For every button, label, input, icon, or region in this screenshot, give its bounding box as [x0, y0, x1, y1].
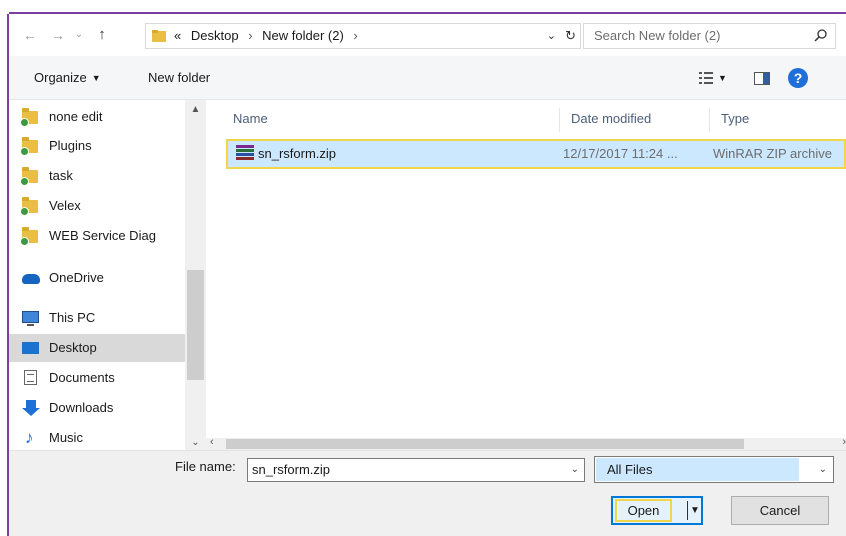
open-button[interactable]: Open	[615, 499, 672, 522]
open-split-button[interactable]: Open ▼	[611, 496, 703, 525]
nav-item-label: Downloads	[49, 400, 114, 415]
nav-item-label: WEB Service Diag	[49, 228, 156, 243]
help-icon[interactable]: ?	[788, 68, 808, 88]
recent-locations-chevron-icon[interactable]: ⌄	[73, 25, 85, 45]
folder-sync-icon	[20, 227, 40, 246]
file-name-value: sn_rsform.zip	[252, 462, 331, 477]
nav-item-label: Music	[49, 430, 83, 445]
scroll-left-icon[interactable]: ‹	[210, 436, 214, 448]
nav-item-plugins[interactable]: Plugins	[9, 132, 185, 160]
sort-ascending-icon: ^	[384, 100, 389, 105]
winrar-archive-icon	[236, 145, 254, 163]
refresh-icon[interactable]: ↻	[565, 24, 576, 48]
folder-icon	[152, 30, 166, 42]
desktop-icon	[22, 340, 40, 356]
file-type-value: All Files	[607, 462, 653, 477]
nav-item-none-edit[interactable]: none edit	[9, 103, 185, 131]
column-divider[interactable]	[559, 108, 560, 132]
file-date-cell: 12/17/2017 11:24 ...	[563, 146, 678, 161]
column-header-type[interactable]: Type	[721, 100, 749, 138]
nav-item-label: Desktop	[49, 340, 97, 355]
nav-item-onedrive[interactable]: OneDrive	[9, 264, 185, 292]
new-folder-button[interactable]: New folder	[148, 56, 210, 100]
breadcrumb-overflow[interactable]: «	[174, 28, 181, 43]
cancel-button[interactable]: Cancel	[731, 496, 829, 525]
open-file-dialog: ← → ⌄ ↑ « Desktop › New folder (2) › ⌄ ↻…	[9, 14, 846, 536]
nav-item-label: Documents	[49, 370, 115, 385]
scroll-right-icon[interactable]: ›	[842, 436, 846, 448]
nav-item-music[interactable]: ♪ Music	[9, 424, 185, 450]
split-divider	[687, 501, 688, 520]
nav-item-label: Velex	[49, 198, 81, 213]
search-box[interactable]: Search New folder (2)	[583, 23, 836, 49]
scroll-down-icon[interactable]: ⌄	[185, 437, 206, 448]
view-options-caret-icon[interactable]: ▼	[718, 56, 727, 100]
navigation-scrollbar[interactable]: ▲ ⌄	[185, 100, 206, 450]
music-icon: ♪	[25, 428, 34, 447]
file-type-select[interactable]: All Files ⌄	[594, 456, 834, 483]
nav-item-label: This PC	[49, 310, 96, 325]
up-arrow-icon[interactable]: ↑	[93, 25, 111, 45]
organize-button[interactable]: Organize ▼	[34, 56, 101, 100]
frame-left-border	[0, 0, 9, 536]
folder-sync-icon	[20, 108, 40, 127]
breadcrumb-desktop[interactable]: Desktop	[185, 28, 239, 43]
nav-item-label: task	[49, 168, 73, 183]
nav-item-task[interactable]: task	[9, 162, 185, 190]
file-type-cell: WinRAR ZIP archive	[713, 146, 832, 161]
file-list: ^ Name Date modified Type sn_rsform.zip …	[219, 100, 846, 438]
file-row[interactable]: sn_rsform.zip 12/17/2017 11:24 ... WinRA…	[226, 139, 846, 169]
folder-sync-icon	[20, 167, 40, 186]
address-bar[interactable]: « Desktop › New folder (2) › ⌄ ↻	[145, 23, 581, 49]
nav-item-label: OneDrive	[49, 270, 104, 285]
downloads-icon	[22, 400, 40, 416]
column-header-name[interactable]: Name	[233, 100, 268, 138]
computer-icon	[22, 310, 40, 326]
change-view-icon[interactable]	[699, 71, 713, 85]
navigation-pane: none edit Plugins task Velex WEB Service…	[9, 100, 206, 450]
breadcrumb-separator[interactable]: ›	[347, 28, 363, 43]
scrollbar-thumb[interactable]	[226, 439, 744, 449]
horizontal-scrollbar[interactable]: ‹ ›	[206, 436, 846, 450]
address-dropdown-icon[interactable]: ⌄	[547, 24, 556, 48]
search-input[interactable]: Search New folder (2)	[594, 24, 720, 48]
search-icon[interactable]	[813, 28, 829, 44]
onedrive-icon	[22, 270, 40, 286]
nav-item-downloads[interactable]: Downloads	[9, 394, 185, 422]
nav-item-label: none edit	[49, 109, 103, 124]
column-divider[interactable]	[709, 108, 710, 132]
breadcrumb: « Desktop › New folder (2) ›	[174, 24, 364, 48]
scrollbar-thumb[interactable]	[187, 270, 204, 380]
chevron-down-icon[interactable]: ⌄	[571, 459, 579, 481]
caret-down-icon: ▼	[91, 73, 101, 83]
nav-item-web-service-diag[interactable]: WEB Service Diag	[9, 222, 185, 250]
chevron-down-icon[interactable]: ⌄	[819, 457, 827, 482]
nav-item-this-pc[interactable]: This PC	[9, 304, 185, 332]
file-name-input[interactable]: sn_rsform.zip ⌄	[247, 458, 585, 482]
forward-arrow-icon[interactable]: →	[49, 25, 67, 45]
organize-label: Organize	[34, 70, 87, 85]
folder-sync-icon	[20, 137, 40, 156]
folder-sync-icon	[20, 197, 40, 216]
scroll-up-icon[interactable]: ▲	[185, 104, 206, 115]
back-arrow-icon[interactable]: ←	[21, 25, 39, 45]
dialog-footer: File name: sn_rsform.zip ⌄ All Files ⌄ O…	[9, 450, 846, 536]
file-name-label: File name:	[175, 459, 236, 474]
breadcrumb-separator[interactable]: ›	[242, 28, 258, 43]
column-header-date-modified[interactable]: Date modified	[571, 100, 651, 138]
preview-pane-icon[interactable]	[754, 72, 770, 85]
documents-icon	[22, 370, 40, 386]
nav-item-label: Plugins	[49, 138, 92, 153]
nav-item-velex[interactable]: Velex	[9, 192, 185, 220]
file-name-cell: sn_rsform.zip	[258, 146, 337, 161]
address-row: ← → ⌄ ↑ « Desktop › New folder (2) › ⌄ ↻…	[9, 14, 846, 56]
nav-item-documents[interactable]: Documents	[9, 364, 185, 392]
breadcrumb-new-folder-2[interactable]: New folder (2)	[262, 28, 344, 43]
open-options-caret-icon[interactable]: ▼	[690, 498, 700, 523]
command-toolbar: Organize ▼ New folder ▼ ?	[9, 56, 846, 100]
nav-item-desktop[interactable]: Desktop	[9, 334, 185, 362]
